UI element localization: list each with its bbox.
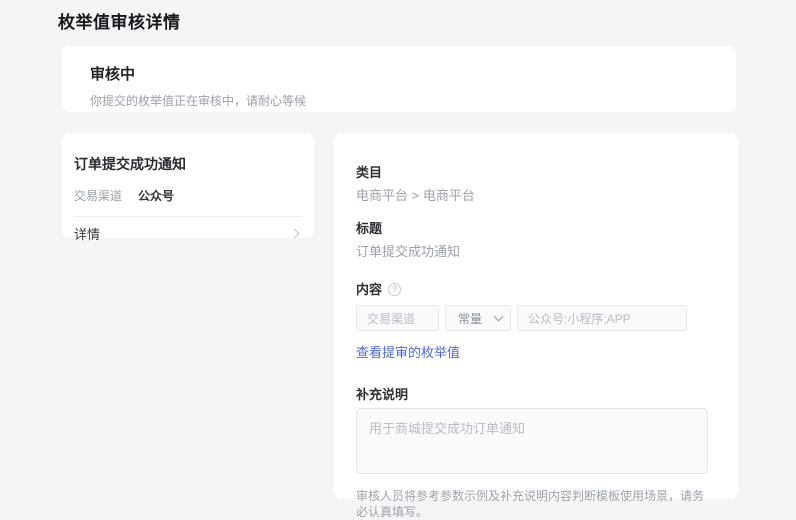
field-name-value: 公众号	[138, 187, 174, 204]
page-title: 枚举值审核详情	[58, 8, 181, 33]
title-value: 订单提交成功通知	[356, 245, 708, 258]
field-name-label: 交易渠道	[74, 187, 122, 204]
content-param-row: 常量	[356, 305, 708, 331]
template-field-row: 交易渠道 公众号	[74, 187, 302, 204]
title-label: 标题	[356, 222, 708, 235]
review-status-title: 审核中	[90, 63, 708, 84]
note-textarea[interactable]: 用于商城提交成功订单通知	[356, 408, 708, 474]
content-label-row: 内容 ?	[356, 283, 708, 296]
template-summary-card: 订单提交成功通知 交易渠道 公众号 详情	[62, 133, 314, 238]
review-status-card: 审核中 你提交的枚举值正在审核中，请耐心等候	[62, 46, 736, 112]
param-type-value: 常量	[458, 310, 482, 327]
param-example-input[interactable]	[517, 305, 687, 331]
category-label: 类目	[356, 166, 708, 179]
param-name-input[interactable]	[356, 305, 439, 331]
param-type-select[interactable]: 常量	[445, 305, 511, 331]
note-label: 补充说明	[356, 388, 708, 401]
enum-review-detail-page: 枚举值审核详情 审核中 你提交的枚举值正在审核中，请耐心等候 订单提交成功通知 …	[0, 0, 796, 519]
template-title: 订单提交成功通知	[74, 154, 302, 174]
help-circle-icon[interactable]: ?	[388, 283, 401, 296]
review-status-description: 你提交的枚举值正在审核中，请耐心等候	[90, 92, 708, 109]
details-row[interactable]: 详情	[74, 217, 302, 250]
category-value: 电商平台 > 电商平台	[356, 189, 708, 202]
view-submitted-enum-link[interactable]: 查看提审的枚举值	[356, 345, 460, 360]
chevron-right-icon	[290, 229, 300, 239]
enum-detail-card: 类目 电商平台 > 电商平台 标题 订单提交成功通知 内容 ? 常量 查看提审的…	[334, 133, 738, 499]
review-footer-hint: 审核人员将参考参数示例及补充说明内容判断模板使用场景，请务必认真填写。	[356, 488, 708, 520]
content-label: 内容	[356, 283, 382, 296]
details-label: 详情	[74, 224, 100, 243]
chevron-down-icon	[494, 311, 504, 321]
enum-link-row: 查看提审的枚举值	[356, 342, 708, 362]
